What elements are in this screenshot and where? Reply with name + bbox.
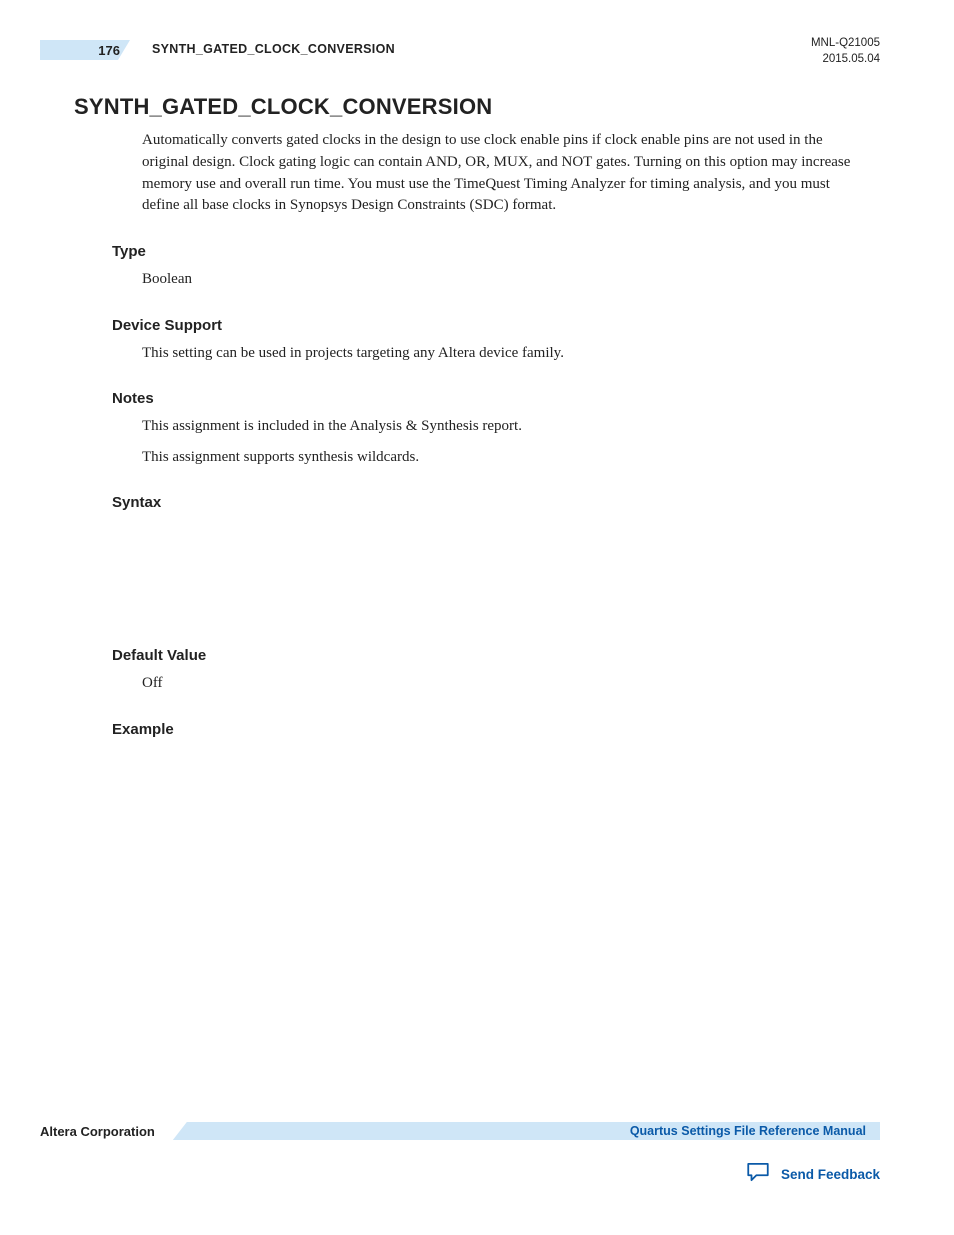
page-number: 176 <box>40 40 130 60</box>
section-heading-default-value: Default Value <box>112 647 880 664</box>
running-title: SYNTH_GATED_CLOCK_CONVERSION <box>152 42 395 56</box>
section-device-support: Device Support This setting can be used … <box>74 317 880 365</box>
notes-line-2: This assignment supports synthesis wildc… <box>142 446 862 469</box>
syntax-body-placeholder <box>74 511 880 621</box>
doc-id: MNL-Q21005 <box>811 36 880 52</box>
default-value: Off <box>142 672 862 695</box>
device-support-value: This setting can be used in projects tar… <box>142 342 862 365</box>
footer-row: Altera Corporation Quartus Settings File… <box>40 1120 880 1142</box>
doc-id-block: MNL-Q21005 2015.05.04 <box>811 36 880 67</box>
section-syntax: Syntax <box>74 494 880 621</box>
section-default-value: Default Value Off <box>74 647 880 695</box>
header-row: 176 SYNTH_GATED_CLOCK_CONVERSION MNL-Q21… <box>74 40 880 78</box>
page-number-box: 176 <box>74 40 130 60</box>
section-heading-syntax: Syntax <box>112 494 880 511</box>
intro-paragraph: Automatically converts gated clocks in t… <box>142 130 862 217</box>
section-example: Example <box>74 721 880 738</box>
section-heading-device-support: Device Support <box>112 317 880 334</box>
notes-line-1: This assignment is included in the Analy… <box>142 415 862 438</box>
footer-company: Altera Corporation <box>40 1124 155 1139</box>
type-value: Boolean <box>142 268 862 291</box>
feedback-icon <box>745 1160 771 1189</box>
page: 176 SYNTH_GATED_CLOCK_CONVERSION MNL-Q21… <box>0 0 954 1235</box>
section-heading-type: Type <box>112 243 880 260</box>
doc-date: 2015.05.04 <box>811 52 880 68</box>
footer-bar: Quartus Settings File Reference Manual <box>173 1122 880 1140</box>
section-heading-example: Example <box>112 721 880 738</box>
feedback-row: Send Feedback <box>40 1160 880 1189</box>
section-heading-notes: Notes <box>112 390 880 407</box>
page-title: SYNTH_GATED_CLOCK_CONVERSION <box>74 94 880 120</box>
section-type: Type Boolean <box>74 243 880 291</box>
manual-link[interactable]: Quartus Settings File Reference Manual <box>630 1124 866 1138</box>
footer: Altera Corporation Quartus Settings File… <box>40 1120 880 1189</box>
section-notes: Notes This assignment is included in the… <box>74 390 880 468</box>
send-feedback-link[interactable]: Send Feedback <box>781 1167 880 1182</box>
